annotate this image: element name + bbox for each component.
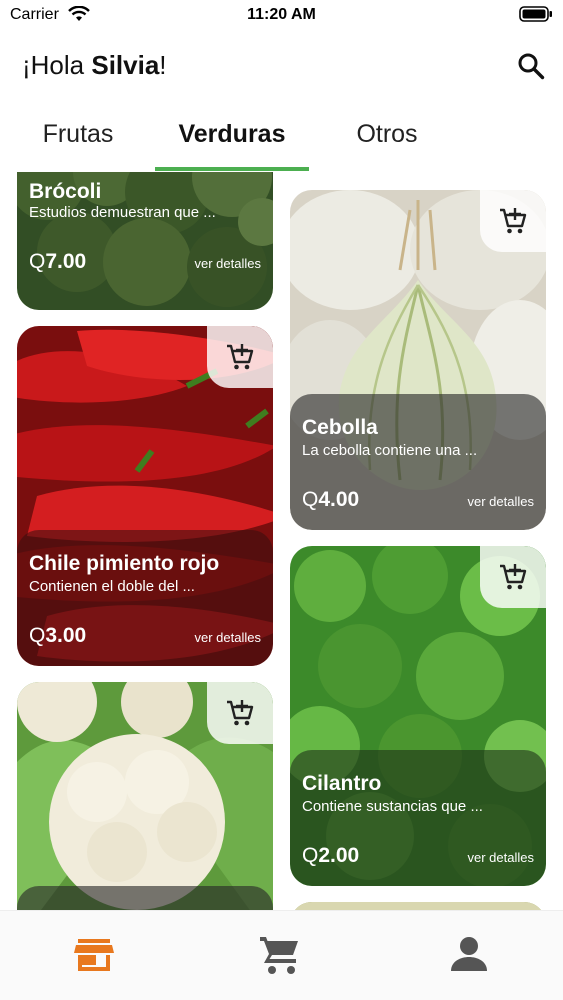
product-name: Cebolla <box>302 416 378 439</box>
tab-verduras[interactable]: Verduras <box>155 120 309 172</box>
product-price: Q2.00 <box>302 844 359 868</box>
status-bar: Carrier 11:20 AM <box>0 0 563 30</box>
product-card-partial[interactable] <box>290 902 546 910</box>
price-currency: Q <box>29 250 46 273</box>
clock: 11:20 AM <box>247 6 316 23</box>
search-icon[interactable] <box>517 52 545 80</box>
product-card-brocoli[interactable]: Brócoli Estudios demuestran que ... Q7.0… <box>17 172 273 310</box>
price-value: 2.00 <box>318 844 360 867</box>
product-name: Chile pimiento rojo <box>29 552 220 575</box>
tab-otros[interactable]: Otros <box>334 120 440 172</box>
product-description: Contiene sustancias que ... <box>302 798 483 815</box>
product-price: Q7.00 <box>29 250 86 274</box>
price-value: 4.00 <box>318 488 360 511</box>
user-name: Silvia <box>91 50 160 80</box>
price-value: 3.00 <box>45 624 87 647</box>
battery-icon <box>519 6 552 22</box>
product-price: Q3.00 <box>29 624 86 648</box>
product-price: Q4.00 <box>302 488 359 512</box>
product-name: Cilantro <box>302 772 382 795</box>
add-to-cart-icon <box>227 344 254 370</box>
add-to-cart-icon <box>500 208 527 234</box>
price-currency: Q <box>302 844 319 867</box>
details-link[interactable]: ver detalles <box>195 256 261 271</box>
product-card-coliflor[interactable] <box>17 682 273 910</box>
product-grid[interactable]: Brócoli Estudios demuestran que ... Q7.0… <box>0 172 563 910</box>
price-currency: Q <box>302 488 319 511</box>
product-card-chile-pimiento-rojo[interactable]: Chile pimiento rojo Contienen el doble d… <box>17 326 273 666</box>
product-description: Contienen el doble del ... <box>29 578 195 595</box>
greeting: ¡Hola Silvia! <box>22 50 167 81</box>
details-link[interactable]: ver detalles <box>468 494 534 509</box>
card-overlay <box>17 886 273 910</box>
store-icon <box>74 939 114 971</box>
add-to-cart-icon <box>500 564 527 590</box>
greeting-suffix: ! <box>159 50 167 80</box>
add-to-cart-button[interactable] <box>480 546 546 608</box>
cart-icon <box>260 937 298 974</box>
add-to-cart-button[interactable] <box>480 190 546 252</box>
bottom-navigation <box>0 910 563 1000</box>
active-tab-indicator <box>155 167 309 171</box>
product-card-cilantro[interactable]: Cilantro Contiene sustancias que ... Q2.… <box>290 546 546 886</box>
product-card-cebolla[interactable]: Cebolla La cebolla contiene una ... Q4.0… <box>290 190 546 530</box>
add-to-cart-button[interactable] <box>207 326 273 388</box>
nav-store[interactable] <box>72 933 116 977</box>
category-tabs: Frutas Verduras Otros <box>0 104 563 172</box>
greeting-prefix: ¡Hola <box>22 50 92 80</box>
details-link[interactable]: ver detalles <box>195 630 261 645</box>
app-header: ¡Hola Silvia! <box>0 30 563 104</box>
product-description: La cebolla contiene una ... <box>302 442 478 459</box>
add-to-cart-icon <box>227 700 254 726</box>
product-image <box>290 902 546 910</box>
person-icon <box>451 937 487 971</box>
product-description: Estudios demuestran que ... <box>29 204 216 221</box>
add-to-cart-button[interactable] <box>207 682 273 744</box>
price-value: 7.00 <box>45 250 87 273</box>
details-link[interactable]: ver detalles <box>468 850 534 865</box>
tab-frutas[interactable]: Frutas <box>22 120 134 172</box>
nav-cart[interactable] <box>258 933 302 977</box>
price-currency: Q <box>29 624 46 647</box>
product-name: Brócoli <box>29 180 102 203</box>
nav-profile[interactable] <box>447 933 491 977</box>
